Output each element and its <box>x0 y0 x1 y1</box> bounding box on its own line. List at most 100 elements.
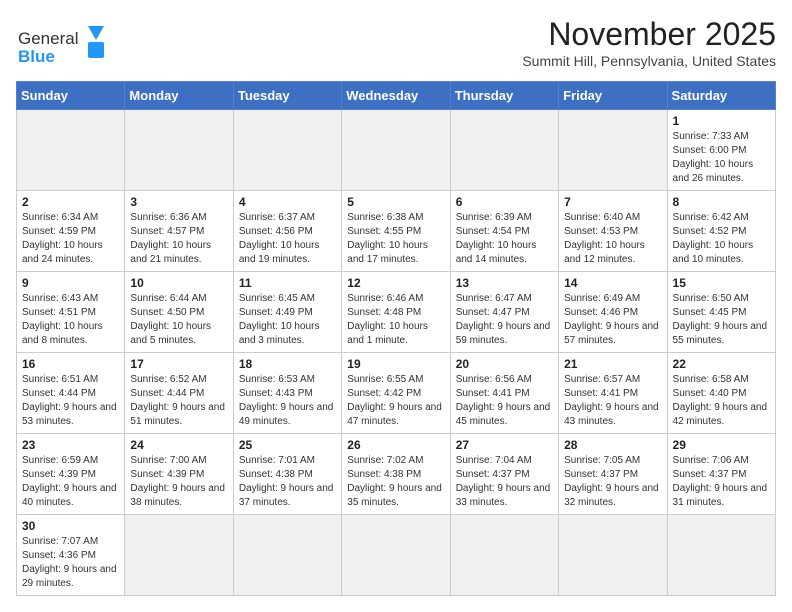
title-area: November 2025 Summit Hill, Pennsylvania,… <box>522 16 776 69</box>
calendar-day-empty <box>125 110 233 191</box>
col-thursday: Thursday <box>450 82 558 110</box>
calendar-day-empty <box>450 110 558 191</box>
day-number: 1 <box>673 114 770 128</box>
calendar-day-24: 24 Sunrise: 7:00 AMSunset: 4:39 PMDayligh… <box>125 434 233 515</box>
col-monday: Monday <box>125 82 233 110</box>
day-info: Sunrise: 6:49 AMSunset: 4:46 PMDaylight:… <box>564 292 661 348</box>
day-info: Sunrise: 6:34 AMSunset: 4:59 PMDaylight:… <box>22 211 119 267</box>
day-info: Sunrise: 6:50 AMSunset: 4:45 PMDaylight:… <box>673 292 770 348</box>
calendar-day-15: 15Sunrise: 6:50 AMSunset: 4:45 PMDayligh… <box>667 272 775 353</box>
calendar-day-14: 14Sunrise: 6:49 AMSunset: 4:46 PMDayligh… <box>559 272 667 353</box>
day-info: Sunrise: 6:38 AMSunset: 4:55 PMDaylight:… <box>347 211 444 267</box>
day-info: Sunrise: 6:52 AMSunset: 4:44 PMDaylight:… <box>130 373 227 429</box>
day-info: Sunrise: 6:44 AMSunset: 4:50 PMDaylight:… <box>130 292 227 348</box>
calendar-day-empty <box>667 515 775 596</box>
day-info: Sunrise: 7:05 AMSunset: 4:37 PMDaylight:… <box>564 454 661 510</box>
calendar-table: Sunday Monday Tuesday Wednesday Thursday… <box>16 81 776 596</box>
calendar-day-30: 30Sunrise: 7:07 AMSunset: 4:36 PMDayligh… <box>17 515 125 596</box>
day-number: 12 <box>347 276 444 290</box>
day-number: 16 <box>22 357 119 371</box>
day-number: 7 <box>564 195 661 209</box>
day-number: 17 <box>130 357 227 371</box>
calendar-week-2: 2Sunrise: 6:34 AMSunset: 4:59 PMDaylight… <box>17 191 776 272</box>
day-number: 24 <box>130 438 227 452</box>
day-info: Sunrise: 6:51 AMSunset: 4:44 PMDaylight:… <box>22 373 119 429</box>
day-number: 20 <box>456 357 553 371</box>
calendar-day-25: 25Sunrise: 7:01 AMSunset: 4:38 PMDayligh… <box>233 434 341 515</box>
day-number: 8 <box>673 195 770 209</box>
calendar-day-23: 23 Sunrise: 6:59 AMSunset: 4:39 PMDayligh… <box>17 434 125 515</box>
day-number: 9 <box>22 276 119 290</box>
calendar-day-8: 8 Sunrise: 6:42 AMSunset: 4:52 PMDaylight… <box>667 191 775 272</box>
calendar-day-1: 1Sunrise: 7:33 AMSunset: 6:00 PMDaylight… <box>667 110 775 191</box>
calendar-day-26: 26Sunrise: 7:02 AMSunset: 4:38 PMDayligh… <box>342 434 450 515</box>
calendar-week-4: 16 Sunrise: 6:51 AMSunset: 4:44 PMDayligh… <box>17 353 776 434</box>
day-info: Sunrise: 6:46 AMSunset: 4:48 PMDaylight:… <box>347 292 444 348</box>
calendar-header: Sunday Monday Tuesday Wednesday Thursday… <box>17 82 776 110</box>
day-info: Sunrise: 6:56 AMSunset: 4:41 PMDaylight:… <box>456 373 553 429</box>
day-number: 25 <box>239 438 336 452</box>
calendar-day-3: 3 Sunrise: 6:36 AMSunset: 4:57 PMDaylight… <box>125 191 233 272</box>
calendar-day-19: 19 Sunrise: 6:55 AMSunset: 4:42 PMDayligh… <box>342 353 450 434</box>
day-number: 4 <box>239 195 336 209</box>
col-tuesday: Tuesday <box>233 82 341 110</box>
day-info: Sunrise: 6:36 AMSunset: 4:57 PMDaylight:… <box>130 211 227 267</box>
day-number: 19 <box>347 357 444 371</box>
day-number: 23 <box>22 438 119 452</box>
calendar-day-7: 7 Sunrise: 6:40 AMSunset: 4:53 PMDaylight… <box>559 191 667 272</box>
calendar-day-9: 9Sunrise: 6:43 AMSunset: 4:51 PMDaylight… <box>17 272 125 353</box>
day-info: Sunrise: 7:07 AMSunset: 4:36 PMDaylight:… <box>22 535 119 591</box>
svg-text:Blue: Blue <box>18 47 55 66</box>
calendar-day-2: 2Sunrise: 6:34 AMSunset: 4:59 PMDaylight… <box>17 191 125 272</box>
col-friday: Friday <box>559 82 667 110</box>
day-info: Sunrise: 6:40 AMSunset: 4:53 PMDaylight:… <box>564 211 661 267</box>
day-number: 21 <box>564 357 661 371</box>
calendar-day-29: 29Sunrise: 7:06 AMSunset: 4:37 PMDayligh… <box>667 434 775 515</box>
day-info: Sunrise: 7:02 AMSunset: 4:38 PMDaylight:… <box>347 454 444 510</box>
day-info: Sunrise: 7:00 AMSunset: 4:39 PMDaylight:… <box>130 454 227 510</box>
calendar-day-empty <box>342 110 450 191</box>
day-info: Sunrise: 6:53 AMSunset: 4:43 PMDaylight:… <box>239 373 336 429</box>
calendar-day-empty <box>233 110 341 191</box>
day-number: 18 <box>239 357 336 371</box>
day-info: Sunrise: 6:39 AMSunset: 4:54 PMDaylight:… <box>456 211 553 267</box>
calendar-day-empty <box>125 515 233 596</box>
day-number: 27 <box>456 438 553 452</box>
calendar-day-17: 17 Sunrise: 6:52 AMSunset: 4:44 PMDayligh… <box>125 353 233 434</box>
calendar-week-3: 9Sunrise: 6:43 AMSunset: 4:51 PMDaylight… <box>17 272 776 353</box>
page-subtitle: Summit Hill, Pennsylvania, United States <box>522 53 776 69</box>
calendar-day-empty <box>559 110 667 191</box>
calendar-day-22: 22 Sunrise: 6:58 AMSunset: 4:40 PMDayligh… <box>667 353 775 434</box>
calendar-day-16: 16 Sunrise: 6:51 AMSunset: 4:44 PMDayligh… <box>17 353 125 434</box>
day-number: 11 <box>239 276 336 290</box>
day-number: 13 <box>456 276 553 290</box>
day-number: 28 <box>564 438 661 452</box>
day-info: Sunrise: 6:42 AMSunset: 4:52 PMDaylight:… <box>673 211 770 267</box>
day-info: Sunrise: 6:59 AMSunset: 4:39 PMDaylight:… <box>22 454 119 510</box>
col-wednesday: Wednesday <box>342 82 450 110</box>
day-number: 5 <box>347 195 444 209</box>
day-number: 6 <box>456 195 553 209</box>
calendar-day-empty <box>17 110 125 191</box>
day-info: Sunrise: 6:55 AMSunset: 4:42 PMDaylight:… <box>347 373 444 429</box>
calendar-day-empty <box>450 515 558 596</box>
day-info: Sunrise: 7:04 AMSunset: 4:37 PMDaylight:… <box>456 454 553 510</box>
day-number: 3 <box>130 195 227 209</box>
calendar-day-11: 11 Sunrise: 6:45 AMSunset: 4:49 PMDayligh… <box>233 272 341 353</box>
day-number: 10 <box>130 276 227 290</box>
logo-svg: General Blue <box>16 16 106 71</box>
calendar-body: 1Sunrise: 7:33 AMSunset: 6:00 PMDaylight… <box>17 110 776 596</box>
day-info: Sunrise: 6:47 AMSunset: 4:47 PMDaylight:… <box>456 292 553 348</box>
calendar-day-18: 18 Sunrise: 6:53 AMSunset: 4:43 PMDayligh… <box>233 353 341 434</box>
day-info: Sunrise: 6:58 AMSunset: 4:40 PMDaylight:… <box>673 373 770 429</box>
calendar-day-4: 4Sunrise: 6:37 AMSunset: 4:56 PMDaylight… <box>233 191 341 272</box>
calendar-day-12: 12 Sunrise: 6:46 AMSunset: 4:48 PMDayligh… <box>342 272 450 353</box>
calendar-week-1: 1Sunrise: 7:33 AMSunset: 6:00 PMDaylight… <box>17 110 776 191</box>
day-info: Sunrise: 6:45 AMSunset: 4:49 PMDaylight:… <box>239 292 336 348</box>
calendar-day-21: 21 Sunrise: 6:57 AMSunset: 4:41 PMDayligh… <box>559 353 667 434</box>
day-number: 29 <box>673 438 770 452</box>
day-number: 22 <box>673 357 770 371</box>
calendar-day-20: 20 Sunrise: 6:56 AMSunset: 4:41 PMDayligh… <box>450 353 558 434</box>
day-info: Sunrise: 6:57 AMSunset: 4:41 PMDaylight:… <box>564 373 661 429</box>
calendar-day-empty <box>559 515 667 596</box>
